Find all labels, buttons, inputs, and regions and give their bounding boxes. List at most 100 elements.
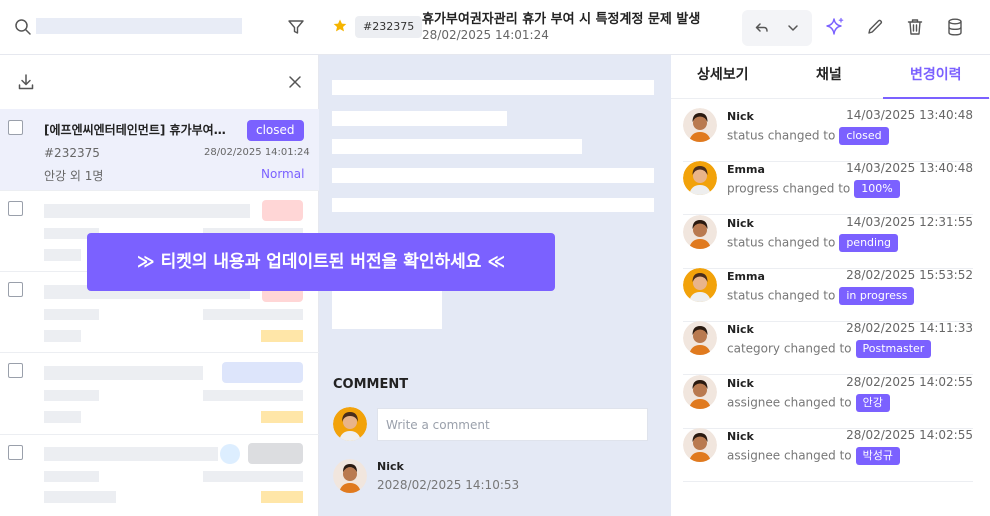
content-block — [332, 288, 442, 329]
sparkle-icon[interactable] — [825, 17, 845, 37]
filter-icon[interactable] — [286, 17, 306, 37]
history-action: status changed to in progress — [727, 287, 915, 305]
list-item[interactable]: [에프엔씨엔터테인먼트] 휴가부여… closed #232375 28/02/… — [0, 109, 319, 191]
database-icon[interactable] — [945, 17, 965, 37]
history-value-badge: 박성규 — [855, 447, 901, 465]
status-badge: closed — [247, 120, 304, 141]
avatar — [683, 428, 717, 462]
placeholder-bar — [44, 447, 218, 461]
placeholder-bar — [44, 411, 81, 423]
history-date: 14/03/2025 13:40:48 — [846, 108, 973, 122]
ticket-timestamp: 28/02/2025 14:01:24 — [422, 28, 549, 42]
chevron-down-icon[interactable] — [785, 20, 801, 36]
avatar — [333, 407, 367, 441]
history-action: status changed to closed — [727, 127, 889, 145]
history-value-badge: pending — [839, 234, 899, 252]
tab-channel[interactable]: 채널 — [816, 64, 842, 84]
history-date: 14/03/2025 13:40:48 — [846, 161, 973, 175]
placeholder-bar — [44, 204, 250, 218]
item-checkbox[interactable] — [8, 120, 23, 135]
history-action-text: category changed to — [727, 341, 852, 356]
history-value-badge: Postmaster — [855, 340, 932, 358]
item-assignee: 안강 외 1명 — [44, 169, 104, 183]
trash-icon[interactable] — [905, 17, 925, 37]
placeholder-bar — [44, 330, 81, 342]
comment-date: 2028/02/2025 14:10:53 — [377, 478, 520, 492]
item-checkbox[interactable] — [8, 363, 23, 378]
tab-details[interactable]: 상세보기 — [697, 64, 749, 84]
history-author: Emma — [727, 270, 765, 283]
history-entry: Emma 14/03/2025 13:40:48 progress changed … — [683, 161, 973, 215]
item-checkbox[interactable] — [8, 282, 23, 297]
history-author: Emma — [727, 163, 765, 176]
history-author: Nick — [727, 430, 754, 443]
placeholder-bar — [261, 411, 303, 423]
history-action: progress changed to 100% — [727, 180, 900, 198]
comment-input[interactable]: Write a comment — [377, 408, 648, 441]
ticket-id-badge: #232375 — [355, 16, 423, 38]
content-block — [332, 198, 654, 212]
list-item[interactable] — [0, 353, 319, 435]
placeholder-bar — [44, 471, 99, 482]
history-value-badge: 100% — [854, 180, 900, 198]
content-block — [332, 111, 507, 126]
search-input[interactable] — [36, 18, 242, 34]
item-date: 28/02/2025 14:01:24 — [204, 147, 310, 158]
history-entry: Nick 14/03/2025 12:31:55 status changed to… — [683, 215, 973, 269]
placeholder-badge — [222, 362, 303, 383]
history-action-text: progress changed to — [727, 181, 851, 196]
placeholder-bar — [44, 309, 99, 320]
history-action-text: status changed to — [727, 288, 836, 303]
avatar — [683, 321, 717, 355]
history-action: assignee changed to 안강 — [727, 394, 890, 412]
history-action: status changed to pending — [727, 234, 899, 252]
reply-icon[interactable] — [754, 20, 770, 36]
item-priority: Normal — [261, 167, 305, 181]
reply-button-group[interactable] — [742, 10, 812, 46]
avatar — [683, 108, 717, 142]
history-action: assignee changed to 박성규 — [727, 447, 901, 465]
ticket-title: 휴가부여권자관리 휴가 부여 시 특정계정 문제 발생 — [422, 12, 701, 27]
avatar — [683, 161, 717, 195]
download-icon[interactable] — [16, 72, 36, 92]
notice-banner: ≫ 티켓의 내용과 업데이트된 버전을 확인하세요 ≪ — [87, 233, 555, 291]
placeholder-bar — [203, 309, 303, 320]
placeholder-badge — [262, 200, 303, 221]
history-author: Nick — [727, 110, 754, 123]
item-checkbox[interactable] — [8, 445, 23, 460]
comment-author: Nick — [377, 460, 404, 473]
history-author: Nick — [727, 377, 754, 390]
avatar — [333, 459, 367, 493]
history-action-text: assignee changed to — [727, 448, 852, 463]
pencil-icon[interactable] — [865, 17, 885, 37]
active-tab-indicator — [883, 97, 989, 99]
avatar — [683, 215, 717, 249]
content-block — [332, 168, 654, 183]
placeholder-bar — [203, 390, 303, 401]
placeholder-bar — [261, 491, 303, 503]
placeholder-bar — [44, 366, 203, 380]
history-action: category changed to Postmaster — [727, 340, 932, 358]
tab-history[interactable]: 변경이력 — [910, 64, 962, 84]
history-action-text: status changed to — [727, 128, 836, 143]
placeholder-bar — [44, 390, 99, 401]
top-bar: #232375 휴가부여권자관리 휴가 부여 시 특정계정 문제 발생 28/0… — [0, 0, 990, 55]
placeholder-bar — [44, 491, 116, 503]
history-date: 28/02/2025 14:11:33 — [846, 321, 973, 335]
history-value-badge: closed — [839, 127, 889, 145]
history-author: Nick — [727, 217, 754, 230]
history-entry: Nick 28/02/2025 14:02:55 assignee changed … — [683, 428, 973, 482]
list-item[interactable] — [0, 435, 319, 516]
history-date: 28/02/2025 14:02:55 — [846, 375, 973, 389]
star-icon[interactable] — [332, 18, 348, 34]
ticket-app: #232375 휴가부여권자관리 휴가 부여 시 특정계정 문제 발생 28/0… — [0, 0, 990, 516]
close-icon[interactable] — [287, 74, 303, 90]
item-checkbox[interactable] — [8, 201, 23, 216]
comment-section-label: COMMENT — [333, 377, 409, 392]
history-entry: Nick 28/02/2025 14:02:55 assignee changed … — [683, 375, 973, 429]
item-title: [에프엔씨엔터테인먼트] 휴가부여… — [44, 123, 226, 137]
placeholder-bar — [203, 471, 303, 482]
list-header — [0, 55, 319, 109]
item-id: #232375 — [44, 146, 100, 160]
search-icon[interactable] — [14, 18, 32, 36]
